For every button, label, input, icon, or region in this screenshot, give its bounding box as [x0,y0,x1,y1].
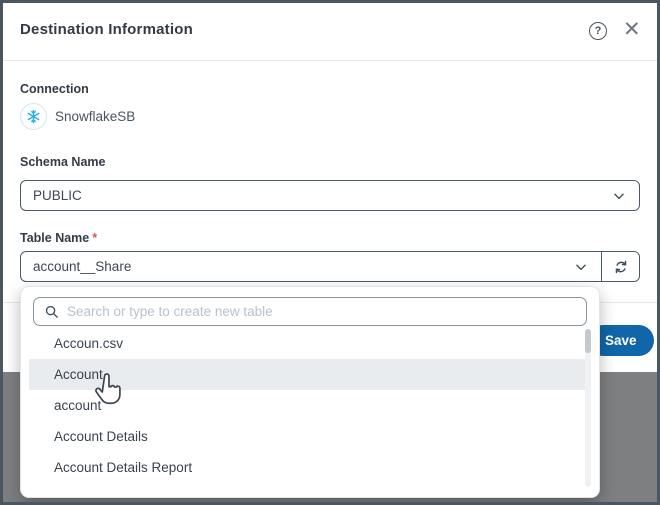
connection-label: Connection [20,82,89,96]
search-icon [44,304,59,319]
table-dropdown-panel: Accoun.csv Account account Account Detai… [20,286,600,498]
close-icon[interactable]: ✕ [623,17,641,43]
table-option[interactable]: account [29,390,589,421]
connection-value: SnowflakeSB [55,109,135,124]
schema-name-label: Schema Name [20,155,105,169]
table-select-value: account__Share [21,259,574,274]
refresh-icon [613,259,629,275]
table-option-hovered[interactable]: Account [29,359,589,390]
table-option-list: Accoun.csv Account account Account Detai… [21,328,599,483]
dropdown-scrollbar-thumb[interactable] [585,329,591,353]
page-title: Destination Information [20,21,193,38]
chevron-down-icon [574,260,588,274]
table-select[interactable]: account__Share [20,251,640,282]
table-search-box[interactable] [33,297,587,326]
dialog-screenshot-frame: Destination Information ? ✕ Connection S… [0,0,660,505]
table-option[interactable]: Account Details Report [29,452,589,483]
chevron-down-icon [612,189,626,203]
connection-row: SnowflakeSB [20,103,135,130]
table-name-label-text: Table Name [20,231,89,245]
table-option[interactable]: Account Details [29,421,589,452]
table-option[interactable]: Accoun.csv [29,328,589,359]
table-search-input[interactable] [59,304,586,319]
schema-select[interactable]: PUBLIC [20,180,640,211]
header-divider [3,60,657,61]
snowflake-icon [20,103,47,130]
dropdown-scrollbar-track[interactable] [585,329,591,487]
table-name-label: Table Name* [20,231,97,245]
schema-select-value: PUBLIC [21,188,612,203]
help-icon[interactable]: ? [589,22,607,40]
required-asterisk: * [92,231,97,245]
refresh-tables-button[interactable] [601,252,639,281]
